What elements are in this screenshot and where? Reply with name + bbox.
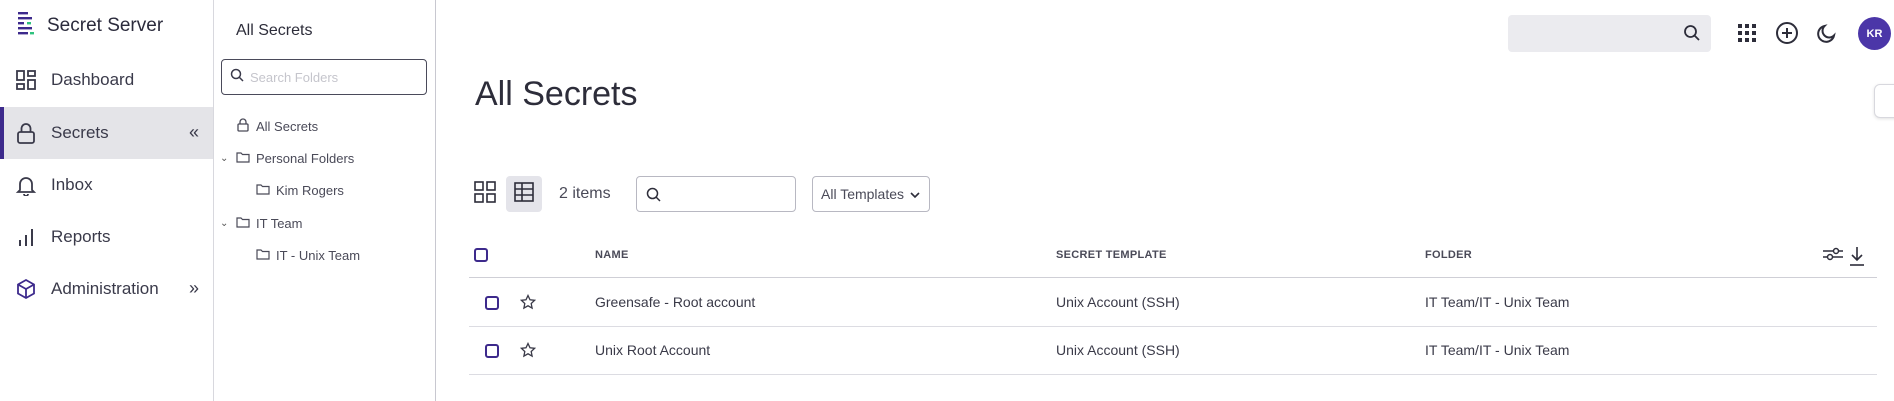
table-row[interactable]: Unix Root Account Unix Account (SSH) IT …: [469, 327, 1877, 375]
nav-item-inbox[interactable]: Inbox: [0, 159, 213, 211]
table-row[interactable]: Greensafe - Root account Unix Account (S…: [469, 279, 1877, 327]
nav-item-dashboard[interactable]: Dashboard: [0, 54, 213, 106]
favorite-star-icon[interactable]: [519, 293, 537, 315]
page-title: All Secrets: [475, 75, 638, 113]
bar-chart-icon: [15, 226, 37, 248]
nav-label: Dashboard: [51, 70, 135, 89]
chevron-down-icon: [910, 186, 920, 202]
table-header: NAME SECRET TEMPLATE FOLDER: [469, 236, 1877, 278]
folder-panel: All Secrets All Secrets ⌄ Personal Folde…: [214, 0, 436, 401]
apps-grid-icon[interactable]: [1734, 20, 1760, 46]
lock-icon: [236, 118, 250, 135]
cell-name[interactable]: Greensafe - Root account: [595, 294, 755, 310]
moon-icon[interactable]: [1814, 20, 1840, 46]
tree-item-kim-rogers[interactable]: Kim Rogers: [256, 183, 344, 198]
grid-view-icon: [474, 180, 496, 208]
tree-item-label: IT - Unix Team: [276, 248, 361, 263]
folder-icon: [236, 216, 250, 231]
folder-icon: [256, 248, 270, 263]
box-icon: [15, 278, 37, 300]
user-avatar[interactable]: KR: [1858, 17, 1891, 50]
search-icon[interactable]: [1683, 24, 1701, 47]
cell-name[interactable]: Unix Root Account: [595, 342, 710, 358]
cell-folder: IT Team/IT - Unix Team: [1425, 342, 1570, 358]
table-view-icon: [514, 181, 534, 207]
cell-template: Unix Account (SSH): [1056, 294, 1180, 310]
search-icon: [646, 187, 661, 207]
collapse-chevron-icon[interactable]: «: [189, 122, 199, 143]
row-checkbox[interactable]: [485, 344, 499, 358]
select-all-checkbox[interactable]: [474, 248, 488, 262]
folder-search-input[interactable]: [250, 69, 420, 85]
cell-template: Unix Account (SSH): [1056, 342, 1180, 358]
lock-icon: [15, 122, 37, 144]
secrets-search-input[interactable]: [667, 185, 787, 203]
tree-item-label: IT Team: [256, 216, 303, 231]
nav-label: Administration: [51, 279, 159, 298]
column-header-folder[interactable]: FOLDER: [1425, 249, 1472, 261]
folder-search[interactable]: [221, 59, 427, 95]
left-nav: Secret Server Dashboard Secrets « Inbox: [0, 0, 214, 401]
tree-item-it-unix-team[interactable]: IT - Unix Team: [256, 248, 360, 263]
folder-icon: [236, 151, 250, 166]
side-panel-toggle[interactable]: [1874, 84, 1894, 118]
nav-label: Inbox: [51, 175, 93, 194]
dashboard-icon: [15, 69, 37, 91]
cell-folder: IT Team/IT - Unix Team: [1425, 294, 1570, 310]
expand-chevron-icon[interactable]: »: [189, 278, 199, 299]
nav-label: Reports: [51, 227, 111, 246]
tree-item-label: Kim Rogers: [276, 183, 344, 198]
secret-server-logo-icon: [15, 11, 37, 42]
item-count: 2 items: [559, 185, 611, 202]
nav-label: Secrets: [51, 123, 109, 142]
table-view-button[interactable]: [506, 176, 542, 212]
secrets-search[interactable]: [636, 176, 796, 212]
row-checkbox[interactable]: [485, 296, 499, 310]
folder-icon: [256, 183, 270, 198]
download-icon[interactable]: [1849, 246, 1865, 271]
tree-item-label: Personal Folders: [256, 151, 355, 166]
chevron-down-icon[interactable]: ⌄: [220, 218, 230, 229]
tree-item-label: All Secrets: [256, 119, 319, 134]
template-filter-value: All Templates: [821, 186, 905, 202]
tree-item-it-team[interactable]: ⌄ IT Team: [220, 216, 302, 231]
nav-item-reports[interactable]: Reports: [0, 211, 213, 263]
add-circle-icon[interactable]: [1774, 20, 1800, 46]
column-header-template[interactable]: SECRET TEMPLATE: [1056, 249, 1167, 261]
chevron-down-icon[interactable]: ⌄: [220, 153, 230, 164]
brand[interactable]: Secret Server: [15, 11, 164, 42]
tree-item-all-secrets[interactable]: All Secrets: [236, 118, 318, 135]
search-icon: [230, 68, 244, 87]
favorite-star-icon[interactable]: [519, 341, 537, 363]
column-header-name[interactable]: NAME: [595, 249, 629, 261]
nav-item-administration[interactable]: Administration »: [0, 263, 213, 315]
grid-view-button[interactable]: [467, 176, 503, 212]
app-name: Secret Server: [47, 15, 164, 36]
column-settings-icon[interactable]: [1823, 246, 1843, 271]
template-filter-dropdown[interactable]: All Templates: [812, 176, 930, 212]
folder-panel-title: All Secrets: [236, 22, 313, 39]
table-tools: [1823, 246, 1865, 271]
tree-item-personal-folders[interactable]: ⌄ Personal Folders: [220, 151, 354, 166]
global-search[interactable]: [1508, 15, 1711, 52]
nav-item-secrets[interactable]: Secrets «: [0, 107, 213, 159]
bell-icon: [15, 174, 37, 196]
